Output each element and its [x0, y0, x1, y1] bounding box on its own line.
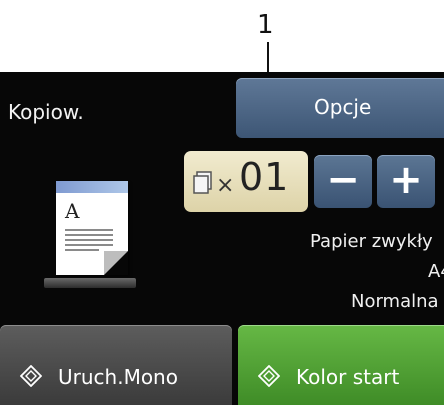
preview-header-band: [56, 181, 128, 193]
copies-display: × 01: [184, 151, 308, 212]
color-start-button[interactable]: Kolor start: [238, 325, 444, 405]
screen-title: Kopiow.: [8, 100, 84, 124]
mono-start-label: Uruch.Mono: [58, 365, 178, 389]
plus-icon: +: [389, 157, 423, 203]
copies-times-sign: ×: [216, 173, 235, 198]
preview-letter: A: [65, 199, 80, 223]
start-diamond-icon: [258, 365, 280, 387]
mono-start-button[interactable]: Uruch.Mono: [0, 325, 232, 405]
copies-count: 01: [239, 155, 290, 199]
decrease-copies-button[interactable]: −: [314, 155, 372, 208]
quality-setting: Normalna: [351, 291, 439, 312]
color-start-label: Kolor start: [296, 365, 400, 389]
start-diamond-icon: [20, 365, 42, 387]
paper-type-setting: Papier zwykły: [310, 231, 433, 252]
minus-icon: −: [326, 157, 360, 203]
lcd-screen: Kopiow. Opcje A × 01 − + Papier zwykły A…: [0, 72, 444, 405]
options-button[interactable]: Opcje: [236, 78, 444, 138]
output-tray-icon: [44, 278, 136, 288]
document-preview-icon: A: [56, 181, 128, 275]
increase-copies-button[interactable]: +: [377, 155, 435, 208]
page-fold-corner: [104, 251, 128, 275]
options-button-label: Opcje: [314, 95, 372, 119]
callout-number: 1: [257, 10, 274, 40]
copies-stack-icon: [193, 171, 212, 194]
paper-size-setting: A4: [428, 261, 444, 282]
